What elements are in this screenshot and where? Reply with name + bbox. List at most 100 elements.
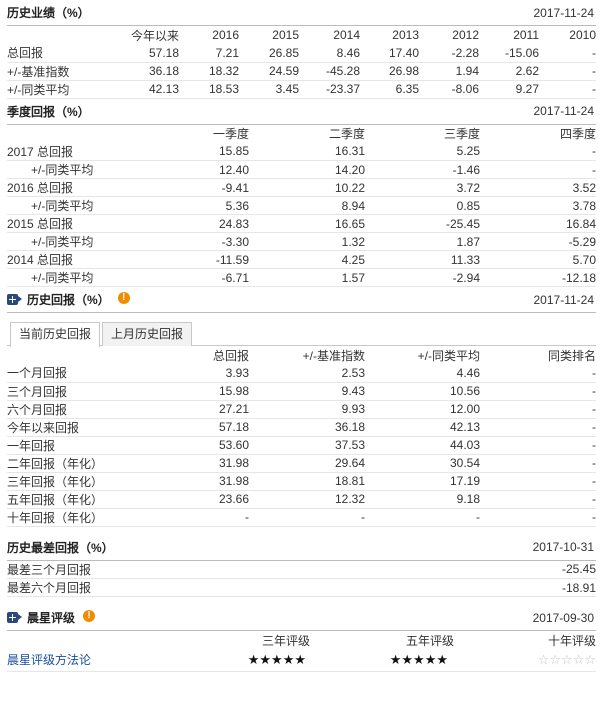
returns-cell: 23.66 [137, 490, 249, 509]
history-col-header: 2015 [272, 28, 299, 42]
table-row: +/-同类平均 -6.71 1.57 -2.94 -12.18 [7, 268, 596, 287]
star-filled-icon: ★ [424, 651, 437, 667]
quarterly-row-label: +/-同类平均 [7, 160, 137, 179]
quarterly-cell: 3.78 [480, 196, 596, 215]
quarterly-cell: 5.70 [480, 250, 596, 269]
star-empty-icon: ☆ [537, 651, 550, 667]
quarterly-cell: 0.85 [365, 196, 480, 215]
returns-col-header: 同类排名 [547, 348, 596, 363]
returns-cell: - [480, 508, 596, 527]
quarterly-col-header: 三季度 [443, 127, 480, 141]
history-cell: 9.27 [479, 80, 539, 99]
quarterly-cell: -1.46 [365, 160, 480, 179]
star-empty-icon: ☆ [561, 651, 573, 667]
history-col-header: 今年以来 [130, 28, 179, 43]
quarterly-row-label: 2015 总回报 [7, 214, 137, 233]
quarterly-cell: 16.31 [249, 142, 365, 161]
returns-cell: - [480, 382, 596, 401]
returns-cell: - [480, 472, 596, 491]
star-filled-icon: ★ [247, 651, 260, 667]
returns-row-label: 一个月回报 [7, 364, 137, 383]
quarterly-cell: 3.72 [365, 178, 480, 197]
quarterly-cell: - [480, 160, 596, 179]
quarterly-cell: 1.57 [249, 268, 365, 287]
worst-title: 历史最差回报（%） [7, 540, 114, 555]
history-cell: 2.62 [479, 62, 539, 81]
history-cell: -15.06 [479, 44, 539, 63]
returns-row-label: 今年以来回报 [7, 418, 137, 437]
quarterly-cell: 24.83 [137, 214, 249, 233]
table-row: 二年回报（年化） 31.98 29.64 30.54- [7, 454, 596, 473]
returns-col-header: +/-基准指数 [302, 348, 365, 363]
worst-date: 2017-10-31 [532, 540, 594, 554]
returns-cell: - [480, 364, 596, 383]
quarterly-cell: 5.25 [365, 142, 480, 161]
star-filled-icon: ★ [413, 651, 425, 667]
quarterly-col-header: 一季度 [212, 127, 249, 141]
returns-cell: 9.93 [249, 400, 365, 419]
history-cell: 24.59 [239, 62, 299, 81]
returns-cell: 2.53 [249, 364, 365, 383]
history-section-header: 历史业绩（%） 2017-11-24 [7, 0, 596, 26]
rating-col-3yr: 三年评级 [261, 633, 310, 648]
history-cell: 7.21 [179, 44, 239, 63]
tab-current-returns[interactable]: 当前历史回报 [10, 322, 101, 347]
returns-cell: 31.98 [137, 454, 249, 473]
history-cell: 18.32 [179, 62, 239, 81]
table-row: 十年回报（年化） - - - - [7, 508, 596, 527]
table-row: 最差六个月回报 -18.91 [7, 578, 596, 597]
expand-icon[interactable] [7, 294, 22, 305]
history-col-header: 2013 [392, 28, 419, 42]
returns-cell: - [137, 508, 249, 527]
history-table: 今年以来 2016 2015 2014 2013 2012 2011 2010 总回报 57.1… [7, 26, 596, 99]
table-row: 2015 总回报 24.83 16.65 -25.45 16.84 [7, 214, 596, 233]
table-row: 2014 总回报 -11.59 4.25 11.33 5.70 [7, 250, 596, 269]
quarterly-cell: 3.52 [480, 178, 596, 197]
history-cell: 8.46 [299, 44, 360, 63]
returns-cell: 27.21 [137, 400, 249, 419]
history-date: 2017-11-24 [533, 5, 595, 20]
star-filled-icon: ★ [436, 651, 448, 667]
returns-cell: 12.32 [249, 490, 365, 509]
info-icon[interactable]: ! [117, 291, 130, 304]
history-cell: -8.06 [419, 80, 479, 99]
star-filled-icon: ★ [282, 651, 295, 667]
tab-last-month-returns[interactable]: 上月历史回报 [102, 322, 193, 346]
expand-icon[interactable] [7, 612, 22, 623]
table-row: +/-同类平均 12.40 14.20 -1.46- [7, 160, 596, 179]
rating-methodology-link[interactable]: 晨星评级方法论 [7, 653, 91, 667]
quarterly-section-header: 季度回报（%） 2017-11-24 [7, 99, 596, 125]
history-cell: 17.40 [360, 44, 419, 63]
history-row-label: +/-基准指数 [7, 62, 113, 81]
table-row: 六个月回报 27.21 9.93 12.00- [7, 400, 596, 419]
returns-cell: 44.03 [365, 436, 480, 455]
returns-cell: - [480, 400, 596, 419]
quarterly-cell: -11.59 [137, 250, 249, 269]
fund-performance-page: 历史业绩（%） 2017-11-24 今年以来 2016 2015 2014 2013 2… [0, 0, 600, 672]
rating-date: 2017-09-30 [532, 610, 594, 625]
info-icon[interactable]: ! [83, 609, 96, 622]
returns-cell: - [480, 436, 596, 455]
returns-cell: 4.46 [365, 364, 480, 383]
star-filled-icon: ★ [294, 651, 306, 667]
history-col-header: 2011 [513, 28, 539, 42]
returns-cell: 36.18 [249, 418, 365, 437]
history-col-header: 2014 [333, 28, 360, 42]
returns-cell: - [249, 508, 365, 527]
quarterly-row-label: +/-同类平均 [7, 268, 137, 287]
returns-row-label: 二年回报（年化） [7, 454, 137, 473]
quarterly-col-header: 四季度 [559, 127, 596, 141]
history-cell: 6.35 [360, 80, 419, 99]
history-cell: 3.45 [239, 80, 299, 99]
quarterly-cell: 12.40 [137, 160, 249, 179]
rating-col-5yr: 五年评级 [405, 633, 454, 648]
returns-cell: 30.54 [365, 454, 480, 473]
table-row: 三年回报（年化） 31.98 18.81 17.19- [7, 472, 596, 491]
returns-cell: 31.98 [137, 472, 249, 491]
worst-section-header: 历史最差回报（%） 2017-10-31 [7, 535, 596, 561]
quarterly-cell: 14.20 [249, 160, 365, 179]
returns-cell: 12.00 [365, 400, 480, 419]
returns-cell: 53.60 [137, 436, 249, 455]
history-col-header: 2010 [569, 28, 596, 42]
returns-cell: 29.64 [249, 454, 365, 473]
